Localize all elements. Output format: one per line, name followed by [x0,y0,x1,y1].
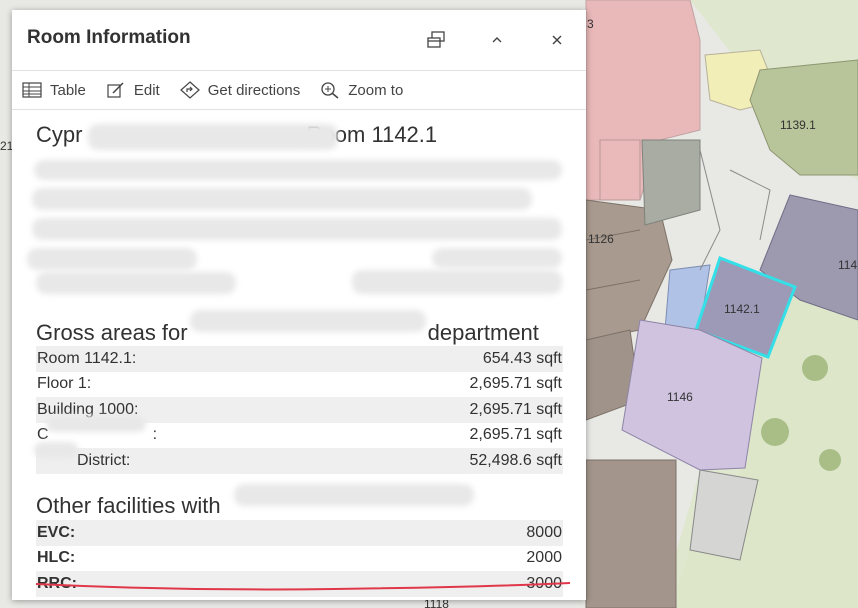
area-value: 2,695.71 sqft [469,400,562,418]
redacted-region [34,160,562,180]
redacted-region [32,188,532,210]
redacted-region [234,484,474,506]
table-action-label: Table [50,81,86,99]
redacted-region [352,270,562,294]
zoom-in-icon [321,82,339,99]
redacted-region [46,416,146,432]
redacted-region [36,272,236,294]
dock-icon [427,31,445,48]
facility-label: HLC: [37,549,76,567]
zoom-to-label: Zoom to [348,81,404,99]
facility-value: 2000 [526,549,562,567]
red-underline-annotation [35,582,571,591]
map-label: 1139.1 [780,118,816,132]
area-row-district: District: 52,498.6 sqft [36,448,563,474]
edit-action[interactable]: Edit [106,81,160,99]
facility-value: 8000 [526,523,562,541]
area-value: 52,498.6 sqft [469,451,562,469]
redacted-region [27,248,197,270]
map-label: 3 [587,17,594,31]
map-label: 114 [838,258,857,272]
zoom-to-action[interactable]: Zoom to [320,81,403,99]
gross-areas-table: Room 1142.1: 654.43 sqft Floor 1: 2,695.71… [36,346,563,474]
collapse-button[interactable] [483,26,511,54]
area-label: Room 1142.1: [37,349,137,367]
gross-heading-prefix: Gross areas for [36,320,188,345]
table-icon [22,82,42,98]
close-icon [552,35,562,45]
chevron-up-icon [492,37,502,43]
other-facilities-heading: Other facilities with [36,493,221,518]
facility-label: EVC: [37,523,76,541]
area-label-text: District: [77,451,131,469]
area-value: 2,695.71 sqft [469,375,562,393]
close-button[interactable] [543,26,571,54]
gross-heading-suffix: department [427,320,539,345]
table-action[interactable]: Table [22,81,86,99]
area-row-floor: Floor 1: 2,695.71 sqft [36,372,563,398]
get-directions-label: Get directions [207,81,301,99]
area-value: 654.43 sqft [482,349,562,367]
area-row-room: Room 1142.1: 654.43 sqft [36,346,563,372]
popup-header: Room Information [12,10,586,71]
get-directions-action[interactable]: Get directions [179,81,301,99]
feature-title-prefix: Cypr [36,122,83,147]
redacted-region [190,310,426,332]
area-value: 2,695.71 sqft [469,426,562,444]
map-label: 1146 [667,390,693,404]
room-information-popup: Room Information Table Edit Get directio… [12,10,586,600]
facility-row: EVC: 8000 [36,520,563,546]
area-label: Floor 1: [37,375,92,393]
redacted-region [32,218,562,240]
popup-title: Room Information [27,27,191,48]
redacted-region [34,442,78,458]
edit-icon [107,82,124,98]
facility-row: HLC: 2000 [36,546,563,572]
edit-action-label: Edit [133,81,160,99]
redacted-region [432,248,562,268]
directions-icon [179,81,200,99]
popup-actions-bar: Table Edit Get directions Zoom to [12,71,586,110]
dock-button[interactable] [422,26,450,54]
redacted-region [88,124,338,150]
map-label: 1126 [588,232,614,246]
area-label-end: : [152,426,158,444]
map-label: 1142.1 [724,302,760,316]
